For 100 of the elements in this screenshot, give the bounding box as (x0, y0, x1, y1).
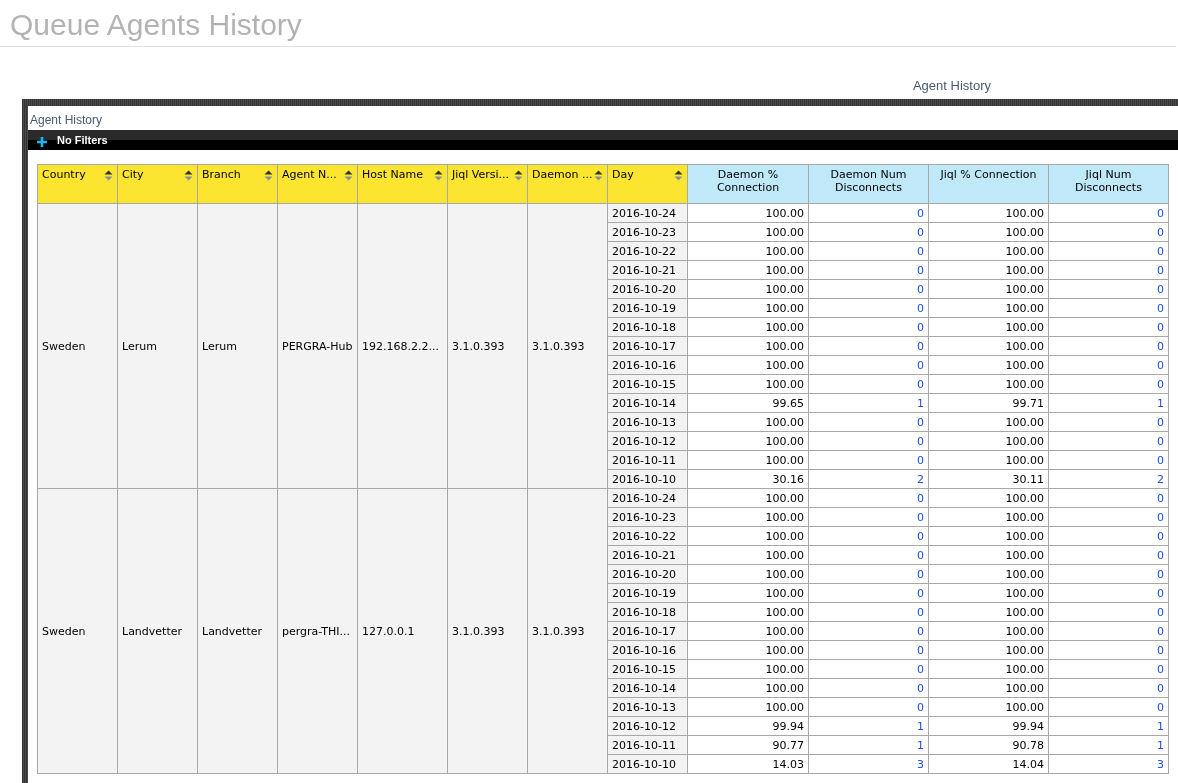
plus-icon[interactable] (36, 136, 48, 148)
column-header[interactable]: City (117, 164, 198, 204)
table-cell: 0 (808, 241, 929, 261)
table-cell: 0 (1048, 526, 1169, 546)
table-cell: 99.94 (687, 716, 809, 736)
table-cell: 100.00 (687, 203, 809, 223)
table-cell: 0 (1048, 355, 1169, 375)
table-cell: 0 (1048, 450, 1169, 470)
table-cell: 2 (1048, 469, 1169, 489)
table-cell: 100.00 (928, 355, 1049, 375)
column-header[interactable]: Jiql Num Disconnects (1048, 164, 1169, 204)
table-cell: 100.00 (687, 507, 809, 527)
table-cell: 100.00 (687, 260, 809, 280)
table-cell: Lerum (197, 203, 278, 489)
column-header[interactable]: Daemon Num Disconnects (808, 164, 929, 204)
table-cell: 100.00 (928, 621, 1049, 641)
table-cell: 0 (1048, 507, 1169, 527)
table-cell: 0 (1048, 564, 1169, 584)
column-header[interactable]: Jiql % Connection (928, 164, 1049, 204)
table-cell: 0 (808, 203, 929, 223)
column-header[interactable]: Jiql Versi... (447, 164, 528, 204)
table-cell: 0 (808, 488, 929, 508)
sort-icon[interactable] (264, 170, 273, 181)
table-cell: 100.00 (928, 222, 1049, 242)
table-cell: 0 (1048, 488, 1169, 508)
column-header[interactable]: Agent N... (277, 164, 358, 204)
table-cell: 100.00 (687, 279, 809, 299)
table-cell: 3 (808, 754, 929, 774)
column-header[interactable]: Day (607, 164, 688, 204)
table-cell: Sweden (37, 488, 118, 774)
table-cell: 100.00 (928, 298, 1049, 318)
table-cell: 3.1.0.393 (447, 488, 528, 774)
table-cell: 90.77 (687, 735, 809, 755)
table-cell: 0 (808, 697, 929, 717)
column-header[interactable]: Branch (197, 164, 278, 204)
agent-history-tab[interactable]: Agent History (912, 78, 991, 99)
table-cell: Sweden (37, 203, 118, 489)
table-cell: 0 (1048, 602, 1169, 622)
table-cell: 1 (808, 393, 929, 413)
column-header[interactable]: Country (37, 164, 118, 204)
table-cell: 100.00 (928, 203, 1049, 223)
table-cell: 0 (1048, 545, 1169, 565)
table-cell: 0 (1048, 583, 1169, 603)
table-cell: 1 (1048, 716, 1169, 736)
filter-label[interactable]: No Filters (57, 134, 108, 146)
table-cell: 0 (808, 317, 929, 337)
table-cell: 0 (808, 564, 929, 584)
table-cell: 100.00 (687, 317, 809, 337)
sort-icon[interactable] (594, 170, 603, 181)
table-cell: 100.00 (687, 564, 809, 584)
table-cell: 0 (808, 602, 929, 622)
table-cell: 2 (808, 469, 929, 489)
table-cell: 0 (1048, 640, 1169, 660)
sort-icon[interactable] (514, 170, 523, 181)
table-cell: 100.00 (928, 640, 1049, 660)
table-cell: 100.00 (687, 222, 809, 242)
table-cell: 3 (1048, 754, 1169, 774)
table-cell: PERGRA-Hub (277, 203, 358, 489)
table-cell: 0 (1048, 659, 1169, 679)
table-cell: 14.03 (687, 754, 809, 774)
table-cell: 100.00 (687, 298, 809, 318)
table-cell: 100.00 (928, 564, 1049, 584)
column-header[interactable]: Host Name (357, 164, 448, 204)
table-cell: 100.00 (928, 279, 1049, 299)
panel-title: Agent History (29, 112, 104, 129)
table-cell: 1 (808, 716, 929, 736)
table-cell: 0 (1048, 678, 1169, 698)
table-cell: 100.00 (687, 659, 809, 679)
table-cell: 0 (1048, 203, 1169, 223)
sort-icon[interactable] (344, 170, 353, 181)
sort-icon[interactable] (434, 170, 443, 181)
table-cell: 127.0.0.1 (357, 488, 448, 774)
table-cell: 192.168.2.2... (357, 203, 448, 489)
table-cell: 100.00 (928, 526, 1049, 546)
table-cell: 90.78 (928, 735, 1049, 755)
table-cell: 0 (808, 336, 929, 356)
table-cell: 3.1.0.393 (527, 488, 608, 774)
table-cell: 99.65 (687, 393, 809, 413)
table-cell: 0 (1048, 374, 1169, 394)
table-cell: 0 (808, 222, 929, 242)
table-cell: 0 (808, 583, 929, 603)
table-cell: 0 (808, 412, 929, 432)
table-cell: 100.00 (687, 336, 809, 356)
column-header[interactable]: Daemon ... (527, 164, 608, 204)
sort-icon[interactable] (184, 170, 193, 181)
table-cell: 100.00 (928, 545, 1049, 565)
table-cell: 0 (808, 678, 929, 698)
table-cell: 100.00 (687, 602, 809, 622)
sort-icon[interactable] (674, 170, 683, 181)
table-cell: 100.00 (928, 602, 1049, 622)
table-cell: 0 (808, 260, 929, 280)
table-cell: 100.00 (928, 507, 1049, 527)
table-cell: 100.00 (928, 317, 1049, 337)
table-cell: 0 (808, 545, 929, 565)
table-cell: 0 (808, 374, 929, 394)
table-cell: 1 (1048, 393, 1169, 413)
table-cell: 100.00 (687, 374, 809, 394)
sort-icon[interactable] (104, 170, 113, 181)
table-cell: Landvetter (197, 488, 278, 774)
column-header[interactable]: Daemon % Connection (687, 164, 809, 204)
